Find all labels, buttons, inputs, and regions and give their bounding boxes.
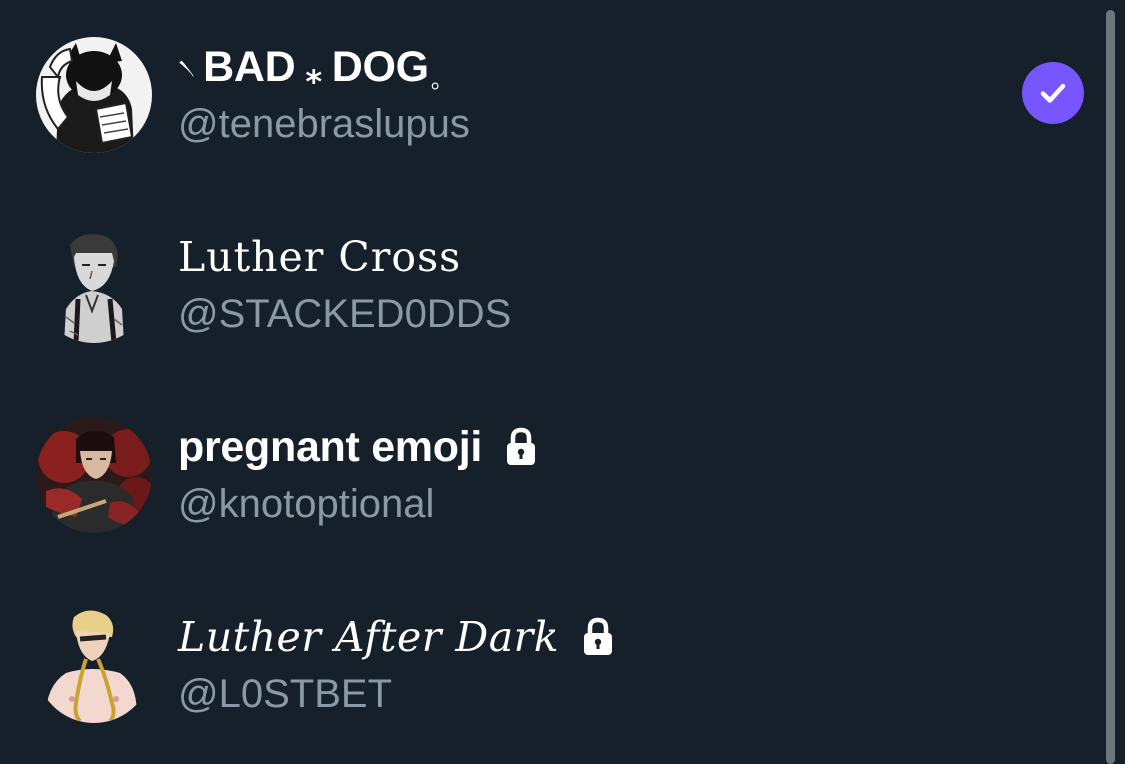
display-name-part1: BAD — [203, 43, 296, 91]
account-handle: @STACKED0DDS — [178, 292, 512, 336]
display-name-suffix-glyph: 。 — [430, 68, 453, 93]
check-icon — [1040, 83, 1066, 103]
avatar — [36, 607, 152, 723]
display-name: Luther Cross — [178, 233, 462, 281]
account-handle: @L0STBET — [178, 672, 393, 716]
suspenders-character-avatar — [36, 227, 152, 343]
avatar — [36, 417, 152, 533]
display-name-line: Luther After Dark — [178, 612, 615, 662]
blond-chained-character-avatar — [36, 607, 152, 723]
display-name: Luther After Dark — [178, 613, 560, 661]
account-row-stacked0dds[interactable]: Luther Cross @STACKED0DDS — [0, 190, 1100, 380]
avatar — [36, 227, 152, 343]
display-name-prefix-glyph: ৲ — [178, 41, 196, 73]
account-handle: @knotoptional — [178, 482, 435, 526]
scrollbar-thumb[interactable] — [1106, 10, 1115, 764]
avatar — [36, 37, 152, 153]
lock-icon — [507, 427, 536, 465]
display-name-separator-glyph: ⁎ — [305, 55, 322, 91]
lock-icon — [584, 617, 613, 655]
account-row-knotoptional[interactable]: pregnant emoji @knotoptional — [0, 380, 1100, 570]
display-name-part2: DOG — [331, 43, 429, 91]
dark-haired-character-avatar — [36, 417, 152, 533]
account-row-l0stbet[interactable]: Luther After Dark @L0STBET — [0, 570, 1100, 760]
display-name: pregnant emoji — [178, 423, 483, 471]
selected-account-badge — [1022, 62, 1084, 124]
account-switcher-list: ৲ BAD ⁎ DOG 。 @tenebraslupus Luther Cros… — [0, 0, 1100, 764]
display-name-line: ৲ BAD ⁎ DOG 。 — [178, 42, 453, 94]
account-row-tenebraslupus[interactable]: ৲ BAD ⁎ DOG 。 @tenebraslupus — [0, 0, 1100, 190]
display-name-line: Luther Cross — [178, 232, 461, 282]
wolf-eared-character-avatar — [36, 37, 152, 153]
display-name-line: pregnant emoji — [178, 422, 538, 472]
account-handle: @tenebraslupus — [178, 102, 470, 146]
